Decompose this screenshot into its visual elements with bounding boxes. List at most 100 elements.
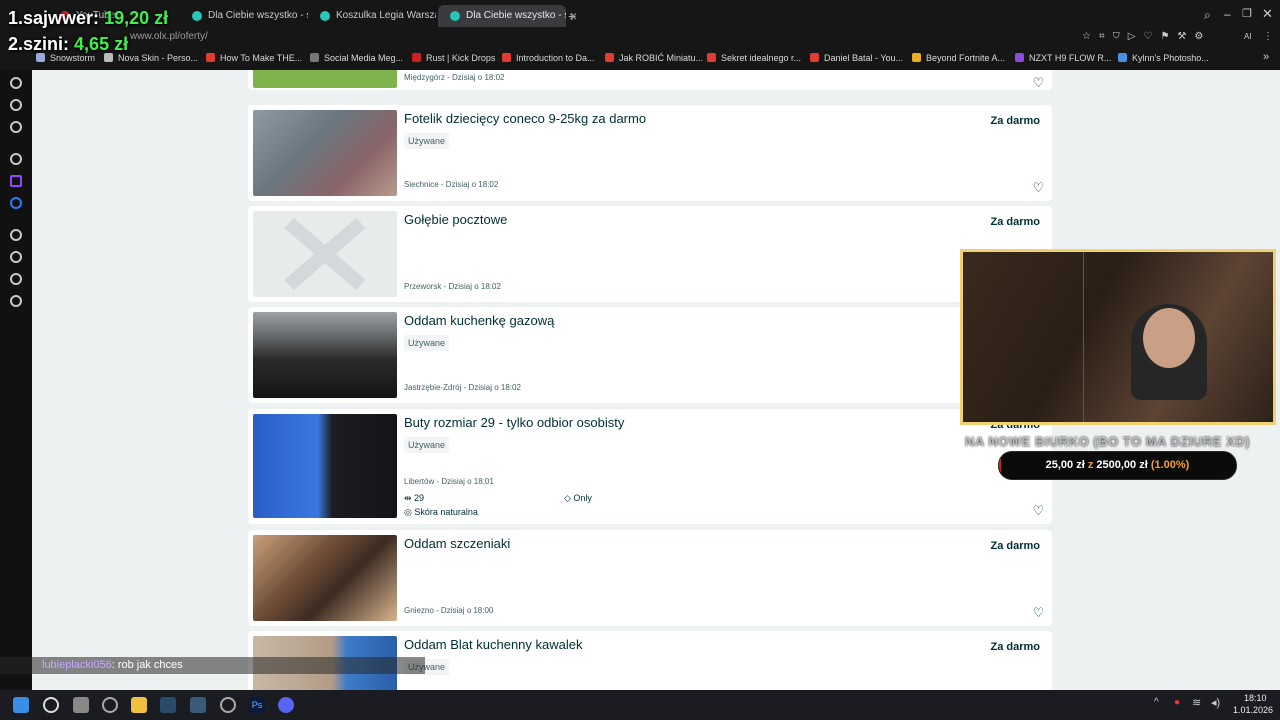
- condition-badge: Używane: [404, 437, 450, 453]
- listing-title[interactable]: Buty rozmiar 29 - tylko odbior osobisty: [404, 415, 624, 430]
- heart-icon[interactable]: ♡: [1032, 504, 1045, 517]
- listing-location: Jastrzębie-Zdrój - Dzisiaj o 18:02: [404, 383, 521, 392]
- volume-icon[interactable]: ◂): [1211, 696, 1220, 709]
- listing-title[interactable]: Oddam Blat kuchenny kawalek: [404, 637, 582, 652]
- olx-icon: [192, 11, 202, 21]
- listing-thumbnail[interactable]: [253, 312, 397, 398]
- tab-olx-1[interactable]: Dla Ciebie wszystko - spr: [180, 5, 308, 27]
- bookmark-item[interactable]: Kylnn's Photosho...: [1118, 53, 1209, 63]
- sidebar-app-icon[interactable]: [10, 121, 22, 133]
- youtube-icon: [502, 53, 511, 62]
- extension-icons[interactable]: ☆⌗⛉▷♡⚑⚒⚙: [1082, 31, 1211, 42]
- close-window-icon[interactable]: ✕: [1262, 6, 1273, 22]
- browser-sidebar: [0, 70, 32, 690]
- windows-start-icon[interactable]: [13, 697, 29, 713]
- heart-icon[interactable]: ♡: [1032, 76, 1045, 89]
- minimize-icon[interactable]: –: [1224, 7, 1231, 21]
- bookmark-item[interactable]: Beyond Fortnite A...: [912, 53, 1005, 63]
- bookmark-item[interactable]: How To Make THE...: [206, 53, 302, 63]
- youtube-icon: [707, 53, 716, 62]
- donor-row: 1.sajwwer: 19,20 zł: [8, 8, 169, 28]
- listing-card[interactable]: Gołębie pocztowe Przeworsk - Dzisiaj o 1…: [248, 206, 1052, 302]
- clock-date: 1.01.2026: [1233, 705, 1274, 715]
- donation-goal-bar: 25,00 zł z 2500,00 zł (1.00%): [998, 451, 1237, 480]
- listing-title[interactable]: Oddam kuchenkę gazową: [404, 313, 554, 328]
- listing-card[interactable]: Fotelik dziecięcy coneco 9-25kg za darmo…: [248, 105, 1052, 201]
- listing-location: Międzygórz - Dzisiaj o 18:02: [404, 73, 505, 82]
- steam-icon[interactable]: [160, 697, 176, 713]
- restore-icon[interactable]: ❐: [1242, 7, 1252, 20]
- webcam-overlay: [960, 249, 1276, 425]
- youtube-icon: [206, 53, 215, 62]
- clock-time: 18:10: [1244, 693, 1267, 703]
- menu-icon[interactable]: ⋮: [1263, 31, 1273, 42]
- address-bar[interactable]: www.olx.pl/oferty/: [130, 31, 208, 42]
- bookmark-item[interactable]: Jak ROBIĆ Miniatu...: [605, 53, 703, 63]
- heart-icon[interactable]: ♡: [1032, 606, 1045, 619]
- listing-thumbnail-placeholder[interactable]: [253, 211, 397, 297]
- listing-location: Przeworsk - Dzisiaj o 18:02: [404, 282, 501, 291]
- photoshop-icon[interactable]: Ps: [249, 697, 265, 713]
- bookmark-item[interactable]: Introduction to Da...: [502, 53, 595, 63]
- search-icon[interactable]: [43, 697, 59, 713]
- app-icon[interactable]: [220, 697, 236, 713]
- settings-icon[interactable]: [10, 295, 22, 307]
- microphone-icon[interactable]: ●: [1174, 697, 1180, 708]
- bookmark-item[interactable]: NZXT H9 FLOW R...: [1015, 53, 1111, 63]
- wifi-icon[interactable]: ≋: [1192, 696, 1201, 709]
- goal-title: NA NOWE BIURKO (BO TO MA DZIURE XD): [965, 434, 1250, 449]
- chevron-right-icon[interactable]: »: [1263, 51, 1269, 63]
- tab-olx-active[interactable]: Dla Ciebie wszystko - spr: [438, 5, 566, 27]
- chatgpt-icon[interactable]: [10, 153, 22, 165]
- heart-icon[interactable]: ♡: [1032, 181, 1045, 194]
- bookmark-item[interactable]: Sekret idealnego r...: [707, 53, 801, 63]
- listing-title[interactable]: Gołębie pocztowe: [404, 212, 507, 227]
- material-param: ◎ Skóra naturalna: [404, 507, 478, 517]
- listing-card[interactable]: Oddam szczeniaki Gniezno - Dzisiaj o 18:…: [248, 530, 1052, 626]
- listing-thumbnail[interactable]: [253, 110, 397, 196]
- sidebar-app-icon[interactable]: [10, 229, 22, 241]
- app-icon[interactable]: [190, 697, 206, 713]
- tab-legia[interactable]: Koszulka Legia Warszawa: [308, 5, 436, 27]
- size-param: ⇹ 29: [404, 493, 425, 503]
- task-view-icon[interactable]: [73, 697, 89, 713]
- listing-thumbnail[interactable]: [253, 70, 397, 88]
- ruler-icon: ⇹: [404, 493, 415, 503]
- youtube-icon: [605, 53, 614, 62]
- messenger-icon[interactable]: [10, 197, 22, 209]
- listing-thumbnail[interactable]: [253, 535, 397, 621]
- sidebar-app-icon[interactable]: [10, 77, 22, 89]
- tag-icon: ◇: [564, 493, 574, 503]
- goal-label: 25,00 zł z 2500,00 zł (1.00%): [1045, 459, 1190, 471]
- discord-icon[interactable]: [278, 697, 294, 713]
- tray-chevron-icon[interactable]: ^: [1154, 697, 1159, 708]
- bookmark-item[interactable]: Rust | Kick Drops: [412, 53, 495, 63]
- ai-button[interactable]: AI: [1244, 32, 1252, 41]
- no-image-icon: [284, 217, 366, 291]
- new-tab-icon[interactable]: +: [568, 8, 576, 24]
- fortnite-icon: [912, 53, 921, 62]
- browser-chrome: YouTube Dla Ciebie wszystko - spr Koszul…: [0, 0, 1280, 70]
- sidebar-app-icon[interactable]: [10, 273, 22, 285]
- streamer-face: [1143, 308, 1195, 368]
- search-icon[interactable]: ⌕: [1204, 8, 1211, 23]
- history-icon[interactable]: [10, 251, 22, 263]
- chat-message: lubieplacki056: rob jak chces: [0, 657, 425, 674]
- condition-badge: Używane: [404, 133, 450, 149]
- bookmark-item[interactable]: Daniel Batal - You...: [810, 53, 903, 63]
- listing-thumbnail[interactable]: [253, 414, 397, 518]
- listing-price: Za darmo: [990, 216, 1040, 228]
- youtube-icon: [810, 53, 819, 62]
- sidebar-app-icon[interactable]: [10, 99, 22, 111]
- listing-card[interactable]: Oddam kuchenkę gazową Używane Jastrzębie…: [248, 307, 1052, 403]
- bookmark-item[interactable]: Social Media Meg...: [310, 53, 403, 63]
- listing-card[interactable]: Międzygórz - Dzisiaj o 18:02 ♡: [248, 70, 1052, 90]
- file-explorer-icon[interactable]: [131, 697, 147, 713]
- listing-card[interactable]: Buty rozmiar 29 - tylko odbior osobisty …: [248, 409, 1052, 524]
- twitch-icon[interactable]: [10, 175, 22, 187]
- listing-title[interactable]: Oddam szczeniaki: [404, 536, 510, 551]
- listing-title[interactable]: Fotelik dziecięcy coneco 9-25kg za darmo: [404, 111, 646, 126]
- listing-price: Za darmo: [990, 540, 1040, 552]
- opera-icon[interactable]: [102, 697, 118, 713]
- rust-icon: [412, 53, 421, 62]
